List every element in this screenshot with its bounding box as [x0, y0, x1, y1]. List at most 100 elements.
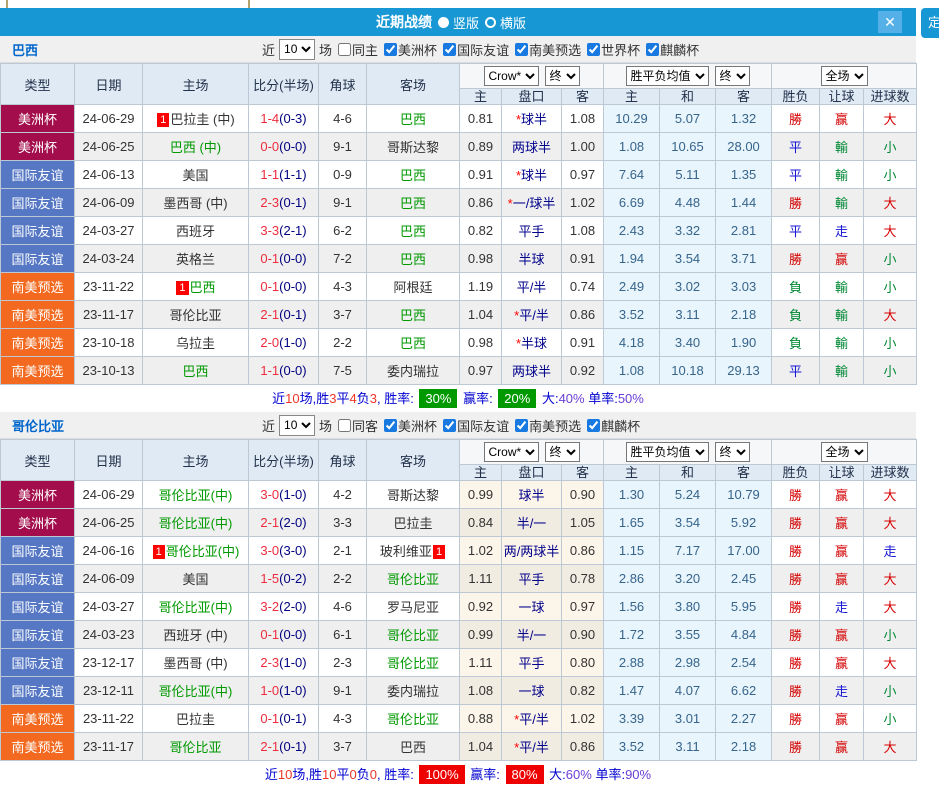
match-row: 美洲杯 24-06-25 巴西 (中) 0-0(0-0) 9-1 哥斯达黎 0.89 两球半 1…: [0, 132, 918, 161]
away-team-name: 哥伦比亚: [386, 656, 439, 671]
summary-segment: 3: [369, 391, 377, 406]
cup-checkbox[interactable]: [443, 418, 457, 432]
away-team-name: 委内瑞拉: [386, 684, 439, 699]
same-away-checkbox[interactable]: [338, 418, 352, 432]
away-odds-cell: 0.90: [560, 620, 605, 649]
odds-company-select[interactable]: Crow*: [483, 66, 539, 86]
away-team-cell: 巴西: [366, 188, 460, 217]
summary-segment: 负: [356, 767, 370, 782]
recent-results-panel: 近期战绩 竖版 横版 ✕ 巴西 近 10 场 同主 美洲杯 国际友谊 南美预选 世界杯…: [0, 0, 918, 788]
handicap-text: 平/半: [519, 740, 549, 755]
result-cell: 平: [771, 160, 821, 189]
sub-win: 主: [603, 464, 661, 481]
layout-vertical-radio[interactable]: 竖版: [438, 13, 479, 32]
cup-label: 南美预选: [529, 418, 582, 434]
cup-filter[interactable]: 美洲杯: [378, 416, 437, 435]
cup-checkbox[interactable]: [646, 42, 660, 56]
handicap-text: 半/一: [516, 516, 547, 531]
cup-filter[interactable]: 南美预选: [509, 416, 581, 435]
cup-filter[interactable]: 国际友谊: [437, 40, 509, 59]
cup-filter[interactable]: 麒麟杯: [640, 40, 699, 59]
layout-horizontal-radio[interactable]: 横版: [485, 13, 526, 32]
close-icon[interactable]: ✕: [878, 11, 902, 33]
date-cell: 24-06-29: [74, 480, 143, 509]
rank-badge: 1: [176, 281, 189, 295]
score-cell: 2-1(2-0): [248, 508, 319, 537]
home-team-name: 英格兰: [175, 252, 215, 267]
same-home-checkbox[interactable]: [338, 42, 352, 56]
corner-cell: 4-6: [318, 104, 367, 133]
corner-cell: 2-3: [318, 648, 367, 677]
cup-checkbox[interactable]: [384, 42, 398, 56]
away-team-name: 巴西: [399, 740, 426, 755]
handicap-text: 球半: [521, 168, 548, 183]
league-cell: 南美预选: [0, 328, 75, 357]
goals-cell: 小: [863, 132, 918, 161]
cup-checkbox[interactable]: [587, 418, 601, 432]
avg-stage-select[interactable]: 终: [714, 442, 750, 462]
filters: 近 10 场 同主 美洲杯 国际友谊 南美预选 世界杯 麒麟杯: [262, 38, 699, 60]
league-cell: 国际友谊: [0, 564, 75, 593]
result-cell: 勝: [771, 564, 821, 593]
home-team-name: 巴拉圭 (中): [170, 112, 235, 127]
avg-lose-cell: 3.71: [715, 244, 773, 273]
home-team-name: 巴西 (中): [169, 140, 222, 155]
cup-filter[interactable]: 世界杯: [581, 40, 640, 59]
avg-stage-select[interactable]: 终: [714, 66, 750, 86]
side-tab-button[interactable]: 定: [921, 8, 939, 38]
corner-cell: 9-1: [318, 132, 367, 161]
summary-line: 近10场,胜10平0负0, 胜率: 100% 赢率: 80% 大:60% 单率:…: [0, 761, 916, 788]
cup-filter[interactable]: 美洲杯: [378, 40, 437, 59]
halftime-score: (0-0): [279, 139, 307, 154]
scope-select[interactable]: 全场: [820, 66, 868, 86]
cup-checkbox[interactable]: [443, 42, 457, 56]
same-home-label: 同主: [352, 42, 379, 58]
avg-lose-cell: 28.00: [715, 132, 773, 161]
avg-lose-cell: 10.79: [715, 480, 773, 509]
score-cell: 3-0(3-0): [248, 536, 319, 565]
cup-checkbox[interactable]: [515, 42, 529, 56]
col-handicap-result: 让球: [819, 88, 865, 105]
league-cell: 美洲杯: [0, 104, 75, 133]
match-count-select[interactable]: 10: [279, 38, 316, 60]
cup-filter[interactable]: 国际友谊: [437, 416, 509, 435]
corner-cell: 4-6: [318, 592, 367, 621]
odds-company-select[interactable]: Crow*: [483, 442, 539, 462]
date-cell: 24-03-24: [74, 244, 143, 273]
cup-checkbox[interactable]: [515, 418, 529, 432]
avg-win-cell: 3.52: [603, 732, 661, 761]
avg-type-select[interactable]: 胜平负均值: [625, 442, 709, 462]
halftime-score: (0-1): [279, 195, 307, 210]
away-odds-cell: 0.78: [560, 564, 605, 593]
col-result: 胜负: [771, 464, 821, 481]
away-odds-cell: 0.74: [560, 272, 605, 301]
result-cell: 負: [771, 272, 821, 301]
score-cell: 2-0(1-0): [248, 328, 319, 357]
date-cell: 24-06-29: [74, 104, 143, 133]
col-result: 胜负: [771, 88, 821, 105]
odds-stage-select[interactable]: 终: [544, 442, 580, 462]
sub-home: 主: [459, 464, 502, 481]
fulltime-score: 0-0: [260, 139, 280, 154]
result-cell: 勝: [771, 648, 821, 677]
handicap-result-cell: 輸: [819, 272, 865, 301]
cup-filter[interactable]: 南美预选: [509, 40, 581, 59]
cup-filter[interactable]: 麒麟杯: [581, 416, 640, 435]
scope-select[interactable]: 全场: [820, 442, 868, 462]
away-team-name: 巴西: [399, 308, 426, 323]
match-count-select[interactable]: 10: [279, 414, 316, 436]
avg-lose-cell: 2.54: [715, 648, 773, 677]
home-team-name: 哥伦比亚(中): [158, 600, 233, 615]
avg-win-cell: 10.29: [603, 104, 661, 133]
odds-stage-select[interactable]: 终: [544, 66, 580, 86]
sub-draw: 和: [659, 464, 717, 481]
cup-checkbox[interactable]: [587, 42, 601, 56]
result-cell: 勝: [771, 188, 821, 217]
summary-segment: 单率:: [584, 391, 618, 406]
avg-type-select[interactable]: 胜平负均值: [625, 66, 709, 86]
col-corner: 角球: [318, 439, 367, 481]
cup-checkbox[interactable]: [384, 418, 398, 432]
away-team-cell: 巴西: [366, 328, 460, 357]
col-home: 主场: [142, 439, 249, 481]
avg-win-cell: 6.69: [603, 188, 661, 217]
